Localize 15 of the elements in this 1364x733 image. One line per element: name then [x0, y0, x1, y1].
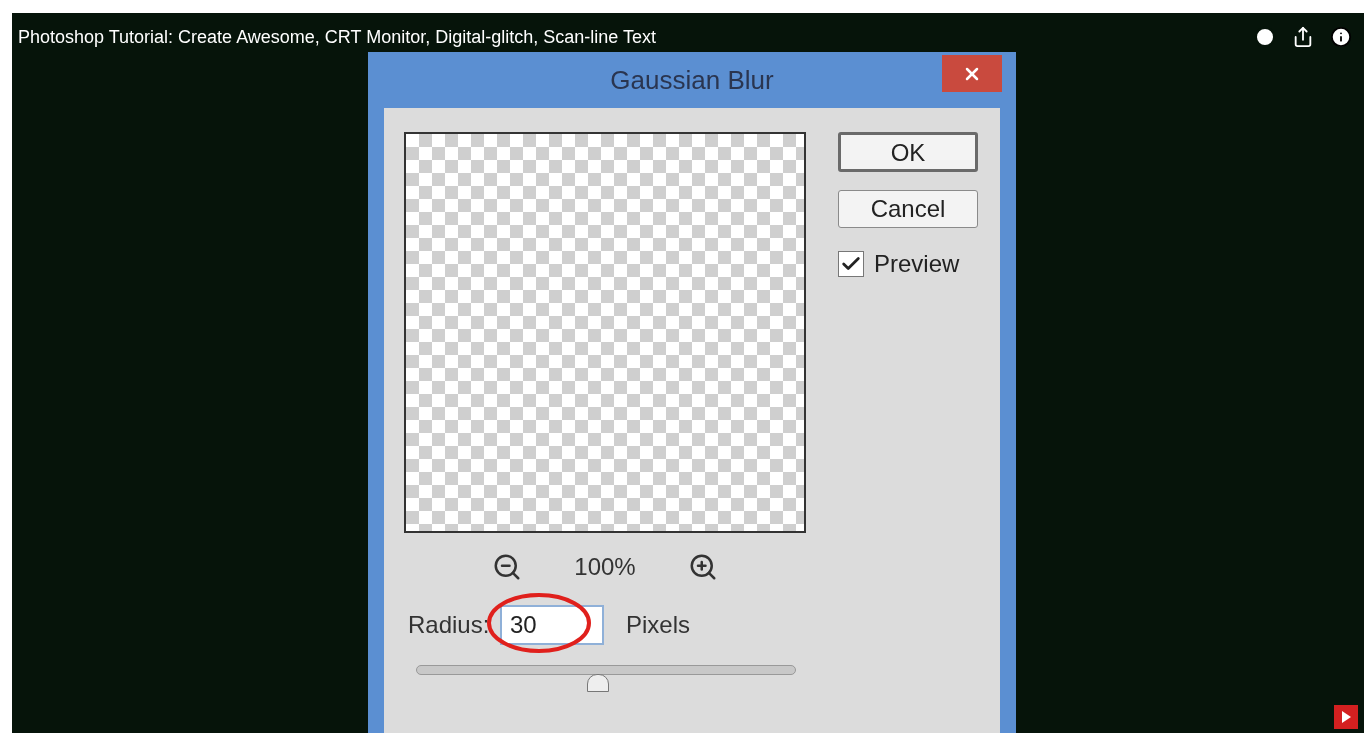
- dialog-title: Gaussian Blur: [610, 63, 774, 97]
- dialog-button[interactable]: OK: [838, 132, 978, 172]
- info-icon[interactable]: [1330, 26, 1352, 48]
- preview-checkbox[interactable]: [838, 251, 864, 277]
- dialog-button[interactable]: Cancel: [838, 190, 978, 228]
- close-button[interactable]: [942, 55, 1002, 92]
- video-title: Photoshop Tutorial: Create Awesome, CRT Monitor, Digital-glitch, Scan-line Text: [18, 26, 656, 49]
- radius-field[interactable]: 30: [500, 605, 604, 645]
- subscribe-icon[interactable]: [1334, 705, 1358, 729]
- slider-thumb[interactable]: [587, 674, 610, 692]
- radius-label: Radius:: [408, 610, 491, 640]
- share-icon[interactable]: [1292, 26, 1314, 48]
- zoom-level: 100%: [574, 552, 636, 582]
- preview-label: Preview: [874, 249, 960, 279]
- unit-label: Pixels: [626, 610, 691, 640]
